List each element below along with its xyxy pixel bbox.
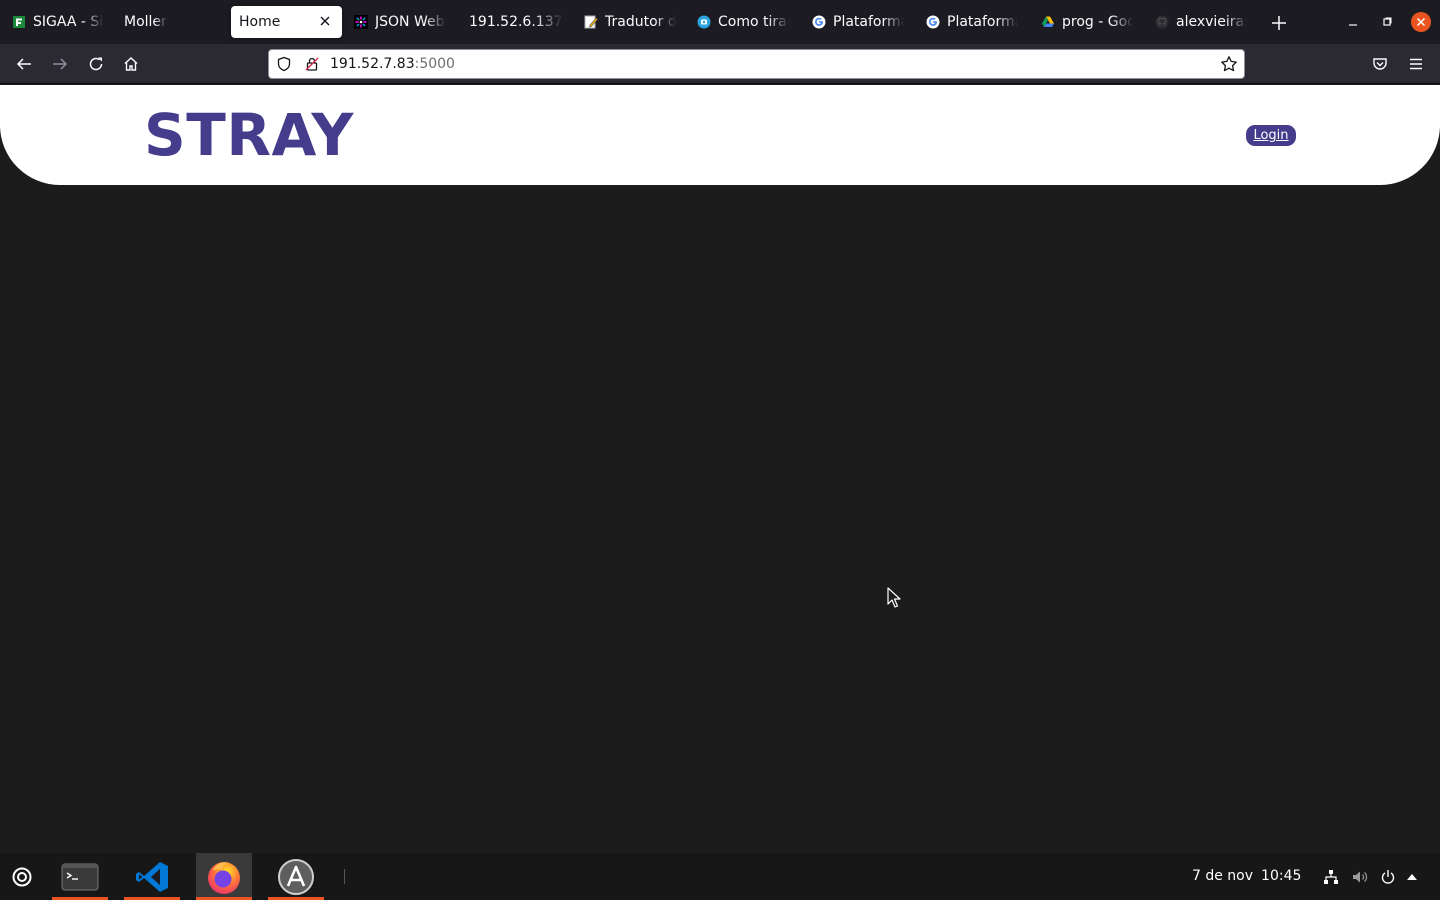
github-favicon-icon [1155, 15, 1169, 29]
tab-label: SIGAA - Sistema [33, 14, 104, 30]
site-header: STRAY Login [0, 85, 1440, 185]
mouse-cursor-icon [887, 587, 901, 608]
volume-indicator[interactable] [1351, 868, 1368, 885]
restore-button[interactable] [1377, 12, 1397, 32]
restore-icon [1383, 17, 1392, 26]
google-drive-favicon-icon [1041, 15, 1055, 29]
site-logo[interactable]: STRAY [144, 102, 354, 168]
sigaa-favicon-icon [12, 15, 26, 29]
tab-label: alexvieirasilva [1176, 14, 1247, 30]
reload-icon [89, 57, 103, 71]
bookmark-star-icon[interactable] [1220, 55, 1238, 73]
taskbar-vscode[interactable] [124, 853, 180, 900]
tab-label: JSON Web Tokens [375, 14, 446, 30]
tab-como-tirar[interactable]: Como tirar [689, 6, 797, 38]
pocket-button[interactable] [1369, 53, 1391, 75]
tab-label: Tradutor do Google [605, 14, 676, 30]
tab-label: Plataforma [833, 14, 904, 30]
arrow-left-icon [16, 58, 31, 70]
shield-icon[interactable] [276, 56, 292, 72]
home-button[interactable] [120, 53, 142, 75]
app-menu-button[interactable] [1405, 53, 1427, 75]
taskbar-clock[interactable]: 7 de nov 10:45 [1192, 868, 1301, 884]
tab-jwt[interactable]: JSON Web Tokens [346, 6, 454, 38]
terminal-icon [61, 863, 99, 890]
close-icon [1411, 12, 1431, 32]
arrow-right-icon [53, 58, 68, 70]
login-button[interactable]: Login [1246, 125, 1296, 146]
minimize-button[interactable] [1343, 12, 1363, 32]
minimize-icon [1349, 24, 1357, 26]
url-text[interactable]: 191.52.7.83:5000 [330, 56, 455, 72]
tab-label: 191.52.6.137:5000 [469, 14, 563, 30]
pocket-icon [1373, 58, 1387, 70]
close-tab-icon[interactable] [318, 14, 332, 28]
tab-tradutor[interactable]: Tradutor do Google [576, 6, 684, 38]
activities-icon [12, 867, 32, 886]
navigation-toolbar: 191.52.7.83:5000 [0, 44, 1440, 84]
tab-plataforma-2[interactable]: Plataforma [918, 6, 1026, 38]
insecure-lock-icon[interactable] [304, 56, 320, 72]
tab-ip-address[interactable]: 191.52.6.137:5000 [461, 6, 571, 38]
tab-label: Plataforma [947, 14, 1018, 30]
google-favicon-icon [812, 15, 826, 29]
taskbar-software-updater[interactable] [268, 853, 324, 900]
pencil-favicon-icon [584, 15, 598, 29]
firefox-icon [208, 861, 240, 894]
hamburger-menu-icon [1410, 58, 1422, 70]
system-taskbar: 7 de nov 10:45 [0, 853, 1440, 900]
tab-label: Moller [124, 14, 167, 30]
power-indicator[interactable] [1379, 868, 1396, 885]
url-port: :5000 [414, 56, 455, 72]
close-window-button[interactable] [1411, 12, 1431, 32]
reload-button[interactable] [85, 53, 107, 75]
software-updater-icon [278, 858, 314, 895]
blue-circle-favicon-icon [697, 15, 711, 29]
power-icon [1381, 869, 1394, 884]
network-indicator[interactable] [1322, 868, 1339, 885]
system-menu-arrow[interactable] [1403, 868, 1420, 885]
tab-home[interactable]: Home [231, 6, 342, 38]
taskbar-terminal[interactable] [52, 853, 108, 900]
tab-label: prog - Google Drive [1062, 14, 1133, 30]
tab-strip: SIGAA - Sistema Moller Home JSON Web Tok… [0, 0, 1440, 44]
page-viewport: STRAY Login [0, 85, 1440, 853]
url-host: 191.52.7.83 [330, 56, 415, 72]
volume-muted-icon [1352, 871, 1367, 882]
forward-button[interactable] [49, 53, 71, 75]
activities-button[interactable] [8, 853, 36, 900]
tab-google-drive[interactable]: prog - Google Drive [1033, 6, 1141, 38]
taskbar-firefox[interactable] [196, 853, 252, 900]
tab-sigaa[interactable]: SIGAA - Sistema [4, 6, 112, 38]
plus-icon [1272, 16, 1286, 30]
jwt-favicon-icon [354, 15, 368, 29]
address-bar[interactable]: 191.52.7.83:5000 [268, 49, 1245, 79]
home-icon [124, 57, 138, 71]
vscode-icon [136, 861, 168, 892]
taskbar-separator [344, 869, 345, 884]
clock-date: 7 de nov [1192, 868, 1254, 884]
triangle-up-icon [1406, 873, 1417, 880]
tab-label: Como tirar [718, 14, 789, 30]
tab-plataforma-1[interactable]: Plataforma [804, 6, 912, 38]
tab-moller[interactable]: Moller [116, 6, 228, 38]
tab-label: Home [239, 14, 281, 30]
new-tab-button[interactable] [1268, 12, 1290, 34]
google-favicon-icon [926, 15, 940, 29]
back-button[interactable] [13, 53, 35, 75]
tab-github[interactable]: alexvieirasilva [1147, 6, 1255, 38]
clock-time: 10:45 [1261, 868, 1302, 884]
network-icon [1323, 869, 1338, 884]
